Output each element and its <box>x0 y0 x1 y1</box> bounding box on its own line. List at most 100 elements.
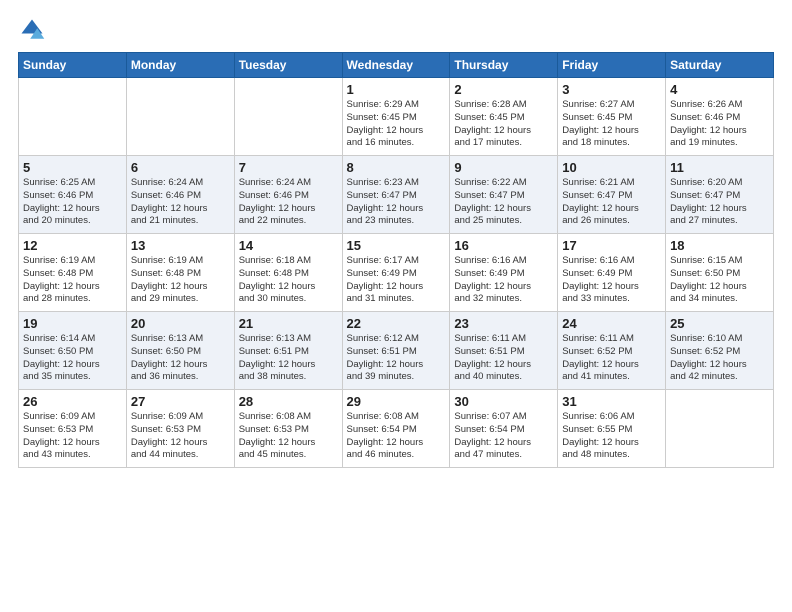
day-info: Sunrise: 6:08 AM Sunset: 6:54 PM Dayligh… <box>347 411 446 462</box>
day-info: Sunrise: 6:29 AM Sunset: 6:45 PM Dayligh… <box>347 99 446 150</box>
day-number: 16 <box>454 238 553 253</box>
day-number: 23 <box>454 316 553 331</box>
logo <box>18 16 50 44</box>
calendar-cell: 9 Sunrise: 6:22 AM Sunset: 6:47 PM Daylig… <box>450 156 558 234</box>
day-info: Sunrise: 6:13 AM Sunset: 6:51 PM Dayligh… <box>239 333 338 384</box>
day-number: 4 <box>670 82 769 97</box>
calendar-cell: 10 Sunrise: 6:21 AM Sunset: 6:47 PM Dayli… <box>558 156 666 234</box>
day-number: 21 <box>239 316 338 331</box>
calendar-cell: 8 Sunrise: 6:23 AM Sunset: 6:47 PM Daylig… <box>342 156 450 234</box>
weekday-header-friday: Friday <box>558 53 666 78</box>
calendar-cell: 1 Sunrise: 6:29 AM Sunset: 6:45 PM Daylig… <box>342 78 450 156</box>
day-number: 28 <box>239 394 338 409</box>
day-number: 7 <box>239 160 338 175</box>
day-info: Sunrise: 6:10 AM Sunset: 6:52 PM Dayligh… <box>670 333 769 384</box>
page: SundayMondayTuesdayWednesdayThursdayFrid… <box>0 0 792 612</box>
calendar-cell: 14 Sunrise: 6:18 AM Sunset: 6:48 PM Dayli… <box>234 234 342 312</box>
week-row-3: 12 Sunrise: 6:19 AM Sunset: 6:48 PM Dayli… <box>19 234 774 312</box>
day-info: Sunrise: 6:12 AM Sunset: 6:51 PM Dayligh… <box>347 333 446 384</box>
calendar-cell: 22Sunrise: 6:12 AM Sunset: 6:51 PM Dayli… <box>342 312 450 390</box>
calendar-table: SundayMondayTuesdayWednesdayThursdayFrid… <box>18 52 774 468</box>
day-info: Sunrise: 6:19 AM Sunset: 6:48 PM Dayligh… <box>131 255 230 306</box>
day-info: Sunrise: 6:07 AM Sunset: 6:54 PM Dayligh… <box>454 411 553 462</box>
calendar-cell: 21 Sunrise: 6:13 AM Sunset: 6:51 PM Dayli… <box>234 312 342 390</box>
day-number: 15 <box>347 238 446 253</box>
day-number: 24 <box>562 316 661 331</box>
day-number: 5 <box>23 160 122 175</box>
day-info: Sunrise: 6:18 AM Sunset: 6:48 PM Dayligh… <box>239 255 338 306</box>
calendar-cell: 20 Sunrise: 6:13 AM Sunset: 6:50 PM Dayli… <box>126 312 234 390</box>
weekday-header-thursday: Thursday <box>450 53 558 78</box>
day-info: Sunrise: 6:16 AM Sunset: 6:49 PM Dayligh… <box>454 255 553 306</box>
day-info: Sunrise: 6:28 AM Sunset: 6:45 PM Dayligh… <box>454 99 553 150</box>
calendar-cell: 27Sunrise: 6:09 AM Sunset: 6:53 PM Dayli… <box>126 390 234 468</box>
day-number: 10 <box>562 160 661 175</box>
calendar-cell: 24 Sunrise: 6:11 AM Sunset: 6:52 PM Dayli… <box>558 312 666 390</box>
day-info: Sunrise: 6:06 AM Sunset: 6:55 PM Dayligh… <box>562 411 661 462</box>
day-number: 1 <box>347 82 446 97</box>
calendar-cell: 26 Sunrise: 6:09 AM Sunset: 6:53 PM Dayli… <box>19 390 127 468</box>
day-info: Sunrise: 6:15 AM Sunset: 6:50 PM Dayligh… <box>670 255 769 306</box>
calendar-cell <box>666 390 774 468</box>
day-number: 29 <box>347 394 446 409</box>
day-info: Sunrise: 6:21 AM Sunset: 6:47 PM Dayligh… <box>562 177 661 228</box>
week-row-2: 5 Sunrise: 6:25 AM Sunset: 6:46 PM Daylig… <box>19 156 774 234</box>
day-number: 13 <box>131 238 230 253</box>
calendar-cell: 15 Sunrise: 6:17 AM Sunset: 6:49 PM Dayli… <box>342 234 450 312</box>
day-number: 31 <box>562 394 661 409</box>
day-number: 2 <box>454 82 553 97</box>
day-info: Sunrise: 6:11 AM Sunset: 6:52 PM Dayligh… <box>562 333 661 384</box>
day-info: Sunrise: 6:16 AM Sunset: 6:49 PM Dayligh… <box>562 255 661 306</box>
calendar-cell: 16 Sunrise: 6:16 AM Sunset: 6:49 PM Dayli… <box>450 234 558 312</box>
day-info: Sunrise: 6:09 AM Sunset: 6:53 PM Dayligh… <box>131 411 230 462</box>
week-row-5: 26 Sunrise: 6:09 AM Sunset: 6:53 PM Dayli… <box>19 390 774 468</box>
calendar-cell <box>126 78 234 156</box>
day-info: Sunrise: 6:14 AM Sunset: 6:50 PM Dayligh… <box>23 333 122 384</box>
day-info: Sunrise: 6:17 AM Sunset: 6:49 PM Dayligh… <box>347 255 446 306</box>
calendar-cell: 13 Sunrise: 6:19 AM Sunset: 6:48 PM Dayli… <box>126 234 234 312</box>
calendar-cell: 18Sunrise: 6:15 AM Sunset: 6:50 PM Dayli… <box>666 234 774 312</box>
calendar-cell: 5 Sunrise: 6:25 AM Sunset: 6:46 PM Daylig… <box>19 156 127 234</box>
weekday-header-tuesday: Tuesday <box>234 53 342 78</box>
day-info: Sunrise: 6:09 AM Sunset: 6:53 PM Dayligh… <box>23 411 122 462</box>
calendar-cell <box>234 78 342 156</box>
day-info: Sunrise: 6:27 AM Sunset: 6:45 PM Dayligh… <box>562 99 661 150</box>
day-number: 20 <box>131 316 230 331</box>
day-number: 9 <box>454 160 553 175</box>
day-info: Sunrise: 6:13 AM Sunset: 6:50 PM Dayligh… <box>131 333 230 384</box>
calendar-cell <box>19 78 127 156</box>
weekday-header-monday: Monday <box>126 53 234 78</box>
day-info: Sunrise: 6:11 AM Sunset: 6:51 PM Dayligh… <box>454 333 553 384</box>
day-info: Sunrise: 6:24 AM Sunset: 6:46 PM Dayligh… <box>239 177 338 228</box>
day-info: Sunrise: 6:19 AM Sunset: 6:48 PM Dayligh… <box>23 255 122 306</box>
calendar-cell: 25Sunrise: 6:10 AM Sunset: 6:52 PM Dayli… <box>666 312 774 390</box>
calendar-cell: 6Sunrise: 6:24 AM Sunset: 6:46 PM Daylig… <box>126 156 234 234</box>
calendar-cell: 31 Sunrise: 6:06 AM Sunset: 6:55 PM Dayli… <box>558 390 666 468</box>
calendar-cell: 2 Sunrise: 6:28 AM Sunset: 6:45 PM Daylig… <box>450 78 558 156</box>
weekday-header-row: SundayMondayTuesdayWednesdayThursdayFrid… <box>19 53 774 78</box>
calendar-cell: 4 Sunrise: 6:26 AM Sunset: 6:46 PM Daylig… <box>666 78 774 156</box>
weekday-header-saturday: Saturday <box>666 53 774 78</box>
weekday-header-wednesday: Wednesday <box>342 53 450 78</box>
weekday-header-sunday: Sunday <box>19 53 127 78</box>
header <box>18 16 774 44</box>
day-info: Sunrise: 6:25 AM Sunset: 6:46 PM Dayligh… <box>23 177 122 228</box>
day-info: Sunrise: 6:23 AM Sunset: 6:47 PM Dayligh… <box>347 177 446 228</box>
logo-icon <box>18 16 46 44</box>
calendar-cell: 23 Sunrise: 6:11 AM Sunset: 6:51 PM Dayli… <box>450 312 558 390</box>
day-number: 6 <box>131 160 230 175</box>
day-number: 8 <box>347 160 446 175</box>
day-number: 14 <box>239 238 338 253</box>
calendar-cell: 19 Sunrise: 6:14 AM Sunset: 6:50 PM Dayli… <box>19 312 127 390</box>
day-number: 19 <box>23 316 122 331</box>
day-info: Sunrise: 6:26 AM Sunset: 6:46 PM Dayligh… <box>670 99 769 150</box>
day-number: 12 <box>23 238 122 253</box>
calendar-cell: 3Sunrise: 6:27 AM Sunset: 6:45 PM Daylig… <box>558 78 666 156</box>
calendar-cell: 11 Sunrise: 6:20 AM Sunset: 6:47 PM Dayli… <box>666 156 774 234</box>
calendar-cell: 17Sunrise: 6:16 AM Sunset: 6:49 PM Dayli… <box>558 234 666 312</box>
day-info: Sunrise: 6:22 AM Sunset: 6:47 PM Dayligh… <box>454 177 553 228</box>
calendar-cell: 28Sunrise: 6:08 AM Sunset: 6:53 PM Dayli… <box>234 390 342 468</box>
day-info: Sunrise: 6:20 AM Sunset: 6:47 PM Dayligh… <box>670 177 769 228</box>
day-number: 11 <box>670 160 769 175</box>
day-number: 26 <box>23 394 122 409</box>
